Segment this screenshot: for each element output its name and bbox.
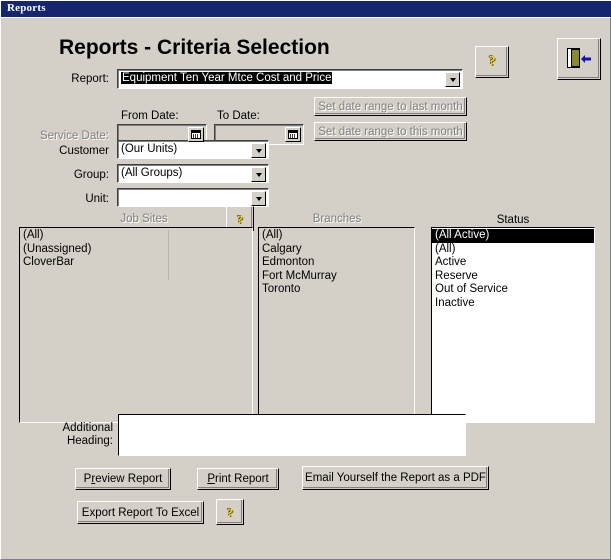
list-item[interactable]: Reserve [432,270,594,284]
help-button[interactable]: ? [475,46,509,78]
window-titlebar[interactable]: Reports [0,0,611,17]
export-excel-button[interactable]: Export Report To Excel [77,501,204,524]
list-item[interactable]: Edmonton [259,256,414,270]
exit-door-icon [566,47,592,71]
report-label: Report: [71,73,109,85]
chevron-down-icon[interactable] [251,191,266,206]
list-item[interactable]: (All) [259,229,414,243]
calendar-icon-to[interactable] [285,127,301,142]
print-report-button[interactable]: Print Report [197,468,279,490]
branches-label: Branches [312,213,362,225]
calendar-icon-from[interactable] [188,127,204,142]
chevron-down-icon[interactable] [445,72,460,87]
job-sites-list: (All) (Unassigned) CloverBar [20,228,252,270]
email-pdf-label: Email Yourself the Report as a PDF [305,472,486,484]
customer-combobox-value: (Our Units) [121,143,178,155]
bottom-help-button[interactable]: ? [216,499,244,525]
unit-combobox[interactable] [117,188,269,207]
preview-report-button[interactable]: Preview Report [75,468,171,490]
list-item[interactable]: (All) [432,243,594,257]
set-date-range-this-month-button[interactable]: Set date range to this month [314,122,467,141]
additional-heading-label-line1: Additional [62,422,113,434]
preview-report-label: Preview Report [83,473,163,485]
arrow-left-icon [581,55,591,63]
customer-label: Customer [59,145,109,157]
unit-label: Unit: [85,193,109,205]
status-listbox[interactable]: (All Active) (All) Active Reserve Out of… [431,227,595,423]
group-label: Group: [73,169,109,181]
chevron-down-icon[interactable] [251,167,266,182]
list-item[interactable]: Fort McMurray [259,270,414,284]
set-date-range-last-month-label: Set date range to last month [318,100,463,113]
chevron-down-icon[interactable] [251,143,266,158]
question-mark-icon: ? [488,54,496,69]
window-title: Reports [7,2,46,14]
branches-list: (All) Calgary Edmonton Fort McMurray Tor… [259,228,414,297]
status-list: (All Active) (All) Active Reserve Out of… [432,228,594,310]
customer-combobox[interactable]: (Our Units) [117,140,269,159]
additional-heading-label-line2: Heading: [66,435,113,447]
branches-listbox[interactable]: (All) Calgary Edmonton Fort McMurray Tor… [258,227,415,423]
set-date-range-this-month-label: Set date range to this month [318,125,463,138]
list-item[interactable]: Toronto [259,283,414,297]
set-date-range-last-month-button[interactable]: Set date range to last month [314,97,467,116]
reports-criteria-window: Reports Reports - Criteria Selection ? R… [0,0,611,560]
list-item[interactable]: CloverBar [20,256,252,270]
question-mark-icon: ? [227,505,233,519]
form-client-area: Reports - Criteria Selection ? Report: E… [0,17,611,560]
list-item[interactable]: (Unassigned) [20,243,252,257]
list-item[interactable]: Calgary [259,243,414,257]
report-combobox-value: Equipment Ten Year Mtce Cost and Price [121,72,333,84]
to-date-label: To Date: [217,110,260,122]
list-item[interactable]: (All) [20,229,252,243]
status-label: Status [496,214,530,226]
page-title: Reports - Criteria Selection [59,36,330,59]
listbox-column-divider [168,230,169,280]
service-date-label: Service Date: [39,130,109,142]
additional-heading-input[interactable] [118,414,466,456]
from-date-label: From Date: [121,110,179,122]
question-mark-icon: ? [237,211,243,226]
job-sites-listbox[interactable]: (All) (Unassigned) CloverBar [19,227,253,423]
group-combobox[interactable]: (All Groups) [117,164,269,183]
email-pdf-button[interactable]: Email Yourself the Report as a PDF [302,466,489,490]
list-item[interactable]: Inactive [432,297,594,311]
list-item[interactable]: Out of Service [432,283,594,297]
report-combobox[interactable]: Equipment Ten Year Mtce Cost and Price [117,69,463,89]
list-item[interactable]: (All Active) [432,229,594,243]
print-report-label: Print Report [207,473,269,485]
exit-button[interactable] [557,38,601,80]
export-excel-label: Export Report To Excel [81,506,200,519]
group-combobox-value: (All Groups) [121,167,183,179]
job-sites-label: Job Sites [120,213,168,225]
list-item[interactable]: Active [432,256,594,270]
